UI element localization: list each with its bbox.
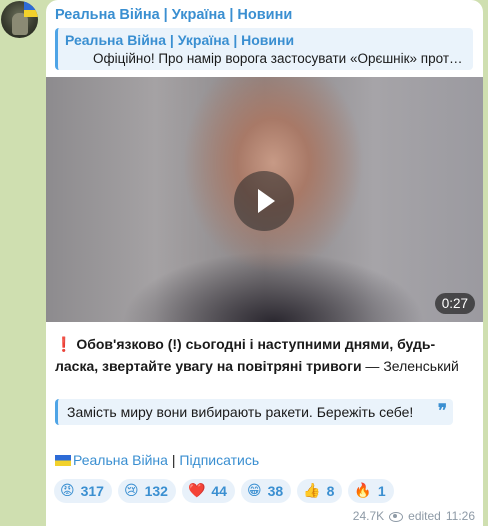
quote-mark-icon: ❞ — [437, 401, 447, 420]
reaction-heart[interactable]: ❤️ 44 — [181, 479, 235, 503]
exclamation-icon: ❗ — [55, 336, 73, 352]
reaction-fire[interactable]: 🔥 1 — [348, 479, 394, 503]
eye-icon — [389, 511, 404, 522]
angry-face-icon: 😡 — [60, 483, 75, 499]
message-time: 11:26 — [445, 509, 475, 523]
quote-text: Замість миру вони вибирають ракети. Бере… — [67, 404, 414, 420]
thumbs-up-icon: 👍 — [303, 483, 321, 499]
reaction-count: 8 — [326, 483, 335, 499]
reaction-grin[interactable]: 😁 38 — [240, 479, 292, 503]
edited-label: edited — [408, 509, 441, 523]
heart-icon: ❤️ — [187, 483, 206, 499]
avatar-flag-yellow — [24, 10, 38, 17]
message-text: ❗ Обов'язково (!) сьогодні і наступними … — [55, 333, 475, 377]
channel-avatar[interactable] — [1, 1, 38, 38]
forward-source: Реальна Війна | Україна | Новини — [65, 32, 295, 48]
reaction-count: 132 — [144, 483, 168, 499]
crying-face-icon: 😢 — [123, 483, 139, 499]
reaction-angry[interactable]: 😡 317 — [54, 479, 112, 503]
forwarded-reply[interactable]: Реальна Війна | Україна | Новини Офіційн… — [55, 28, 473, 70]
reaction-count: 38 — [267, 483, 284, 499]
caption-suffix: — Зеленський — [361, 358, 459, 374]
ukraine-flag-icon — [55, 455, 71, 466]
video-player[interactable]: 0:27 — [46, 77, 483, 322]
footer-links: Реальна Війна | Підписатись — [55, 452, 259, 468]
forward-snippet: Офіційно! Про намір ворога застосувати «… — [93, 51, 468, 66]
avatar-flag-blue — [24, 1, 38, 10]
view-count: 24.7K — [352, 509, 385, 523]
link-separator: | — [167, 452, 180, 468]
reaction-count: 44 — [211, 483, 227, 499]
reactions-bar: 😡 317 😢 132 ❤️ 44 😁 38 👍 8 🔥 1 — [54, 479, 394, 503]
grinning-face-icon: 😁 — [246, 483, 262, 499]
play-icon — [258, 189, 275, 213]
reaction-crying[interactable]: 😢 132 — [117, 479, 176, 503]
message-bubble: Реальна Війна | Україна | Новини Реальна… — [46, 0, 483, 526]
play-button[interactable] — [234, 171, 294, 231]
channel-link[interactable]: Реальна Війна — [73, 452, 168, 468]
channel-name[interactable]: Реальна Війна | Україна | Новини — [55, 7, 292, 23]
message-meta: 24.7K edited 11:26 — [353, 509, 475, 523]
blockquote: Замість миру вони вибирають ракети. Бере… — [55, 399, 453, 425]
reaction-count: 317 — [80, 483, 104, 499]
fire-icon: 🔥 — [354, 483, 372, 499]
reaction-thumbs-up[interactable]: 👍 8 — [297, 479, 343, 503]
reaction-count: 1 — [377, 483, 386, 499]
subscribe-link[interactable]: Підписатись — [179, 452, 259, 468]
video-duration: 0:27 — [434, 293, 475, 314]
